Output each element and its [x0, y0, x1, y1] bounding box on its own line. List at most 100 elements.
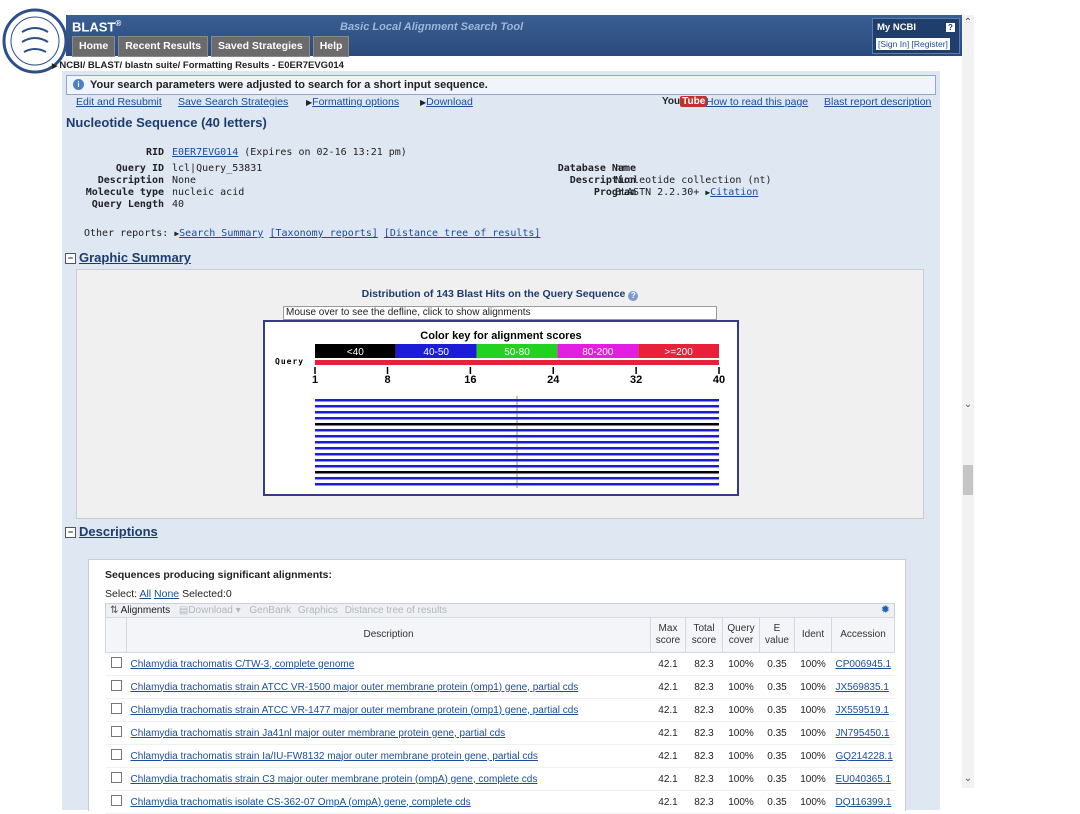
row-checkbox[interactable] — [105, 652, 127, 676]
select-all-link[interactable]: All — [139, 588, 151, 600]
checkbox[interactable] — [110, 772, 122, 783]
graphic-summary-box: Distribution of 143 Blast Hits on the Qu… — [76, 269, 924, 519]
other-reports: Other reports: ▶Search Summary [Taxonomy… — [84, 228, 541, 239]
graphics-link[interactable]: Graphics — [298, 605, 338, 616]
description-link[interactable]: Chlamydia trachomatis isolate CS-362-07 … — [126, 790, 651, 814]
scroll-down-icon[interactable]: ⌄ — [962, 773, 974, 784]
page-scrollbar[interactable]: ⌃ ⌄ ⌄ — [962, 15, 974, 788]
description-link[interactable]: Chlamydia trachomatis strain Ja41nl majo… — [126, 721, 651, 745]
select-none-link[interactable]: None — [154, 588, 179, 600]
youtube-icon[interactable]: You Tube — [662, 96, 708, 107]
how-to-read-link[interactable]: How to read this page — [706, 96, 808, 108]
graphic-summary-title[interactable]: Graphic Summary — [79, 250, 191, 265]
select-controls: Select: All None Selected:0 — [105, 588, 232, 600]
row-checkbox[interactable] — [105, 790, 127, 814]
help-icon[interactable]: ? — [946, 23, 955, 32]
save-strategies-link[interactable]: Save Search Strategies — [178, 96, 288, 108]
search-summary-link[interactable]: Search Summary — [179, 228, 263, 239]
accession-link[interactable]: CP006945.1 — [831, 652, 895, 676]
table-row[interactable]: Chlamydia trachomatis strain Ia/IU-FW813… — [105, 744, 895, 768]
query-cover-cell: 100% — [722, 767, 760, 791]
chevron-down-icon[interactable]: ⌄ — [962, 399, 974, 410]
ident-cell: 100% — [794, 744, 832, 768]
table-row[interactable]: Chlamydia trachomatis strain ATCC VR-147… — [105, 698, 895, 722]
collapse-toggle[interactable]: − — [65, 527, 76, 538]
max-score-cell: 42.1 — [650, 790, 686, 814]
accession-link[interactable]: EU040365.1 — [831, 767, 895, 791]
accession-link[interactable]: JX569835.1 — [831, 675, 895, 699]
query-cover-cell: 100% — [722, 698, 760, 722]
description-column-header[interactable]: Description — [126, 617, 651, 653]
color-key-label: 50-80 — [504, 347, 530, 358]
accession-link[interactable]: JX559519.1 — [831, 698, 895, 722]
scroll-thumb[interactable] — [963, 465, 973, 495]
collapse-toggle[interactable]: − — [65, 253, 76, 264]
table-row[interactable]: Chlamydia trachomatis strain Ja41nl majo… — [105, 721, 895, 745]
query-cover-column-header[interactable]: Query cover — [722, 617, 760, 653]
sign-in-register-link[interactable]: [Sign In] [Register] — [876, 38, 950, 50]
e-value-cell: 0.35 — [759, 675, 795, 699]
genbank-link[interactable]: GenBank — [249, 605, 291, 616]
total-score-column-header[interactable]: Total score — [685, 617, 723, 653]
description-link[interactable]: Chlamydia trachomatis strain ATCC VR-147… — [126, 698, 651, 722]
accession-column-header[interactable]: Accession — [831, 617, 895, 653]
citation-link[interactable]: Citation — [710, 187, 758, 198]
max-score-column-header[interactable]: Max score — [650, 617, 686, 653]
report-description-link[interactable]: Blast report description — [824, 96, 931, 108]
description-link[interactable]: Chlamydia trachomatis strain C3 major ou… — [126, 767, 651, 791]
checkbox[interactable] — [110, 680, 122, 691]
table-row[interactable]: Chlamydia trachomatis isolate CS-362-07 … — [105, 790, 895, 814]
row-checkbox[interactable] — [105, 698, 127, 722]
checkbox[interactable] — [110, 795, 122, 806]
alignment-graphic[interactable]: Color key for alignment scores <40 40-50 50… — [263, 320, 739, 496]
taxonomy-reports-link[interactable]: [Taxonomy reports] — [269, 228, 377, 239]
scroll-up-icon[interactable]: ⌃ — [962, 17, 974, 28]
descriptions-title[interactable]: Descriptions — [79, 524, 158, 539]
nav-recent-results[interactable]: Recent Results — [118, 36, 209, 57]
row-checkbox[interactable] — [105, 675, 127, 699]
rid-link[interactable]: E0ER7EVG014 — [172, 147, 238, 158]
checkbox[interactable] — [110, 749, 122, 760]
e-value-cell: 0.35 — [759, 652, 795, 676]
query-label: Query — [275, 357, 304, 366]
ident-cell: 100% — [794, 652, 832, 676]
formatting-options-control[interactable]: ▶Formatting options — [306, 96, 399, 108]
nav-help[interactable]: Help — [312, 36, 350, 57]
query-cover-cell: 100% — [722, 675, 760, 699]
e-value-column-header[interactable]: Evalue — [759, 617, 795, 653]
checkbox[interactable] — [110, 726, 122, 737]
description-link[interactable]: Chlamydia trachomatis strain Ia/IU-FW813… — [126, 744, 651, 768]
ident-column-header[interactable]: Ident — [794, 617, 832, 653]
nav-home[interactable]: Home — [72, 36, 116, 57]
description-link[interactable]: Chlamydia trachomatis strain ATCC VR-150… — [126, 675, 651, 699]
table-row[interactable]: Chlamydia trachomatis strain C3 major ou… — [105, 767, 895, 791]
hit-distribution-svg[interactable]: Color key for alignment scores <40 40-50 50… — [265, 322, 737, 494]
row-checkbox[interactable] — [105, 767, 127, 791]
gear-icon[interactable]: ✹ — [881, 604, 890, 617]
distance-tree-link[interactable]: [Distance tree of results] — [384, 228, 541, 239]
row-checkbox[interactable] — [105, 721, 127, 745]
distance-tree-toolbar-link[interactable]: Distance tree of results — [345, 605, 447, 616]
accession-link[interactable]: JN795450.1 — [831, 721, 895, 745]
checkbox[interactable] — [110, 657, 122, 668]
nav-saved-strategies[interactable]: Saved Strategies — [211, 36, 310, 57]
total-score-cell: 82.3 — [685, 767, 723, 791]
download-icon: ▤ — [178, 605, 189, 616]
table-row[interactable]: Chlamydia trachomatis C/TW-3, complete g… — [105, 652, 895, 676]
accession-link[interactable]: DQ116399.1 — [831, 790, 895, 814]
breadcrumb-text[interactable]: NCBI/ BLAST/ blastn suite/ Formatting Re… — [59, 60, 344, 71]
graphic-title: Distribution of 143 Blast Hits on the Qu… — [77, 288, 923, 301]
description-link[interactable]: Chlamydia trachomatis C/TW-3, complete g… — [126, 652, 651, 676]
download-menu[interactable]: ▤Download ▾ — [179, 605, 241, 616]
blast-brand[interactable]: BLAST® — [72, 19, 121, 34]
row-checkbox[interactable] — [105, 744, 127, 768]
accession-link[interactable]: GQ214228.1 — [831, 744, 895, 768]
results-table: Description Max score Total score Query cov… — [105, 617, 895, 814]
help-icon[interactable]: ? — [628, 291, 639, 301]
checkbox[interactable] — [110, 703, 122, 714]
edit-resubmit-link[interactable]: Edit and Resubmit — [76, 96, 162, 108]
table-row[interactable]: Chlamydia trachomatis strain ATCC VR-150… — [105, 675, 895, 699]
my-ncbi-title: My NCBI — [877, 22, 917, 33]
alignments-link[interactable]: Alignments — [121, 605, 170, 616]
download-control[interactable]: ▶Download — [420, 96, 473, 108]
